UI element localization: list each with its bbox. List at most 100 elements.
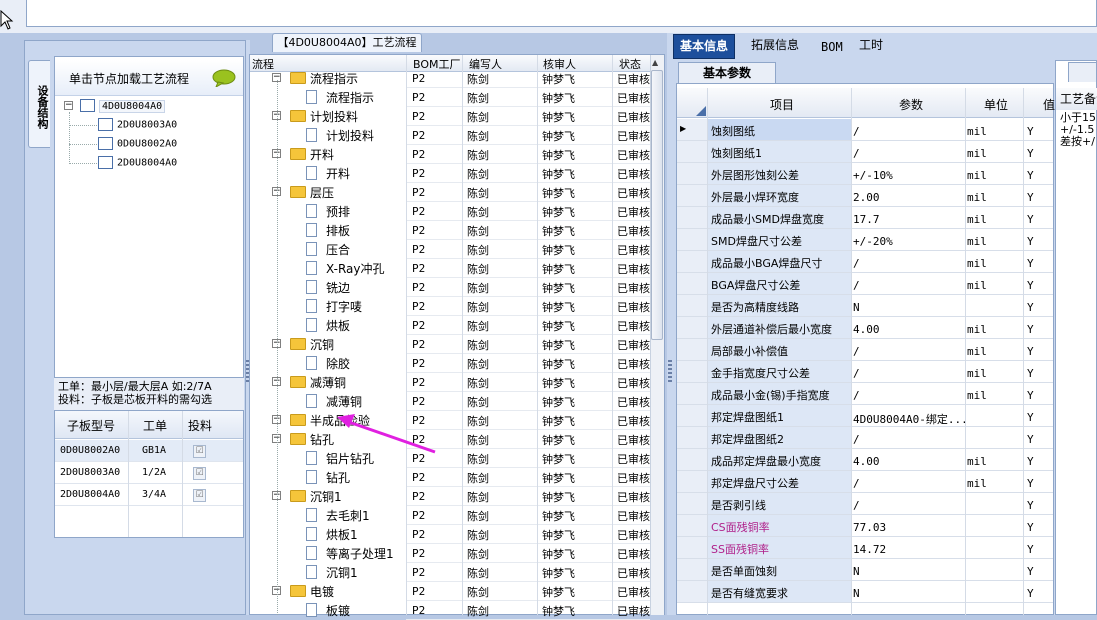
col-header-reviewer[interactable]: 核审人 <box>543 56 576 72</box>
scrollbar-thumb[interactable] <box>651 70 663 340</box>
param-row[interactable]: 邦定焊盘图纸2 / Y <box>677 427 1053 449</box>
param-flag: Y <box>1027 301 1034 314</box>
param-row[interactable]: ▶ 蚀刻图纸 / mil Y <box>677 119 1053 141</box>
document-icon <box>306 242 317 256</box>
remarks-tab[interactable] <box>1068 62 1097 82</box>
param-value[interactable]: / <box>853 477 860 490</box>
feed-checkbox[interactable]: ☑ <box>193 467 206 480</box>
feed-checkbox[interactable]: ☑ <box>193 489 206 502</box>
param-item: BGA焊盘尺寸公差 <box>711 279 801 292</box>
col-header-feed[interactable]: 投料 <box>188 417 212 434</box>
param-value[interactable]: / <box>853 499 860 512</box>
param-value[interactable]: / <box>853 125 860 138</box>
param-value[interactable]: / <box>853 367 860 380</box>
param-row[interactable]: 是否为高精度线路 N Y <box>677 295 1053 317</box>
col-header-flow[interactable]: 流程 <box>252 56 274 72</box>
param-value[interactable]: 77.03 <box>853 521 886 534</box>
param-value[interactable]: 17.7 <box>853 213 880 226</box>
param-flag: Y <box>1027 345 1034 358</box>
param-row[interactable]: 外层通道补偿后最小宽度 4.00 mil Y <box>677 317 1053 339</box>
folder-icon <box>290 186 306 198</box>
param-row[interactable]: 外层图形蚀刻公差 +/-10% mil Y <box>677 163 1053 185</box>
tree-node-root[interactable]: 4D0U8004A0 <box>80 99 166 113</box>
param-row[interactable]: BGA焊盘尺寸公差 / mil Y <box>677 273 1053 295</box>
param-value[interactable]: N <box>853 565 860 578</box>
hint-note: 工单：最小层/最大层A 如:2/7A 投料：子板是芯板开料的需勾选 <box>54 378 244 410</box>
param-row[interactable]: 邦定焊盘图纸1 4D0U8004A0-绑定... Y <box>677 405 1053 427</box>
param-row[interactable]: 局部最小补偿值 / mil Y <box>677 339 1053 361</box>
param-value[interactable]: 4D0U8004A0-绑定... <box>853 411 968 427</box>
param-row[interactable]: 成品最小BGA焊盘尺寸 / mil Y <box>677 251 1053 273</box>
param-value[interactable]: +/-10% <box>853 169 893 182</box>
splitter-grip[interactable] <box>668 360 672 382</box>
col-header-item[interactable]: 项目 <box>770 96 794 113</box>
param-row[interactable]: 是否单面蚀刻 N Y <box>677 559 1053 581</box>
param-flag: Y <box>1027 323 1034 336</box>
info-tabs: 基本信息 拓展信息 BOM 工时 <box>673 34 1063 59</box>
param-value[interactable]: / <box>853 389 860 402</box>
param-value[interactable]: / <box>853 147 860 160</box>
param-value[interactable]: / <box>853 433 860 446</box>
remarks-text: 小于15 +/-1.5 差按+/ <box>1060 112 1096 148</box>
param-flag: Y <box>1027 389 1034 402</box>
subtab-basic-params[interactable]: 基本参数 <box>678 62 776 83</box>
param-row[interactable]: 成品邦定焊盘最小宽度 4.00 mil Y <box>677 449 1053 471</box>
param-unit: mil <box>967 323 987 336</box>
scroll-up-arrow-icon[interactable]: ▲ <box>652 58 658 67</box>
col-header-model[interactable]: 子板型号 <box>67 417 115 434</box>
sub-board-row[interactable]: 2D0U8003A0 1/2A ☑ <box>55 462 243 484</box>
side-tab-device-structure[interactable]: 设备结构 <box>28 60 50 148</box>
tree-node-child[interactable]: 2D0U8004A0 <box>98 156 177 169</box>
param-row[interactable]: 蚀刻图纸1 / mil Y <box>677 141 1053 163</box>
tree-node-child[interactable]: 2D0U8003A0 <box>98 118 177 131</box>
collapse-toggle-icon[interactable]: − <box>64 101 73 110</box>
col-header-value[interactable]: 值 <box>1043 96 1055 113</box>
param-row[interactable]: SMD焊盘尺寸公差 +/-20% mil Y <box>677 229 1053 251</box>
param-value[interactable]: 14.72 <box>853 543 886 556</box>
param-value[interactable]: N <box>853 587 860 600</box>
param-row[interactable]: 金手指宽度尺寸公差 / mil Y <box>677 361 1053 383</box>
param-row[interactable]: 邦定焊盘尺寸公差 / mil Y <box>677 471 1053 493</box>
tab-basic-info[interactable]: 基本信息 <box>673 34 736 59</box>
param-value[interactable]: / <box>853 257 860 270</box>
tab-work-hours[interactable]: 工时 <box>853 34 889 57</box>
col-header-unit[interactable]: 单位 <box>984 96 1008 113</box>
param-value[interactable]: / <box>853 279 860 292</box>
sub-board-grid-header: 子板型号 工单 投料 <box>55 411 243 439</box>
mouse-cursor-icon <box>0 10 14 30</box>
param-row[interactable]: 是否有缝宽要求 N Y <box>677 581 1053 603</box>
tab-bom[interactable]: BOM <box>815 36 849 59</box>
col-header-param[interactable]: 参数 <box>899 96 923 113</box>
param-flag: Y <box>1027 367 1034 380</box>
top-input-area[interactable] <box>26 0 1097 27</box>
col-header-status[interactable]: 状态 <box>619 56 641 72</box>
param-value[interactable]: 4.00 <box>853 323 880 336</box>
param-row[interactable]: 是否剥引线 / Y <box>677 493 1053 515</box>
sub-board-row[interactable]: 0D0U8002A0 GB1A ☑ <box>55 440 243 462</box>
param-value[interactable]: 4.00 <box>853 455 880 468</box>
row-pointer-icon: ▶ <box>680 124 687 133</box>
param-flag: Y <box>1027 125 1034 138</box>
param-row[interactable]: SS面残铜率 14.72 Y <box>677 537 1053 559</box>
param-item: 金手指宽度尺寸公差 <box>711 367 810 380</box>
param-value[interactable]: +/-20% <box>853 235 893 248</box>
param-value[interactable]: / <box>853 345 860 358</box>
folder-icon <box>290 338 306 350</box>
process-label: 沉铜1 <box>310 490 342 504</box>
col-header-bom[interactable]: BOM工厂 <box>413 56 461 72</box>
col-header-author[interactable]: 编写人 <box>469 56 502 72</box>
feed-checkbox[interactable]: ☑ <box>193 445 206 458</box>
node-icon <box>80 99 95 112</box>
param-row[interactable]: 外层最小焊环宽度 2.00 mil Y <box>677 185 1053 207</box>
col-header-order[interactable]: 工单 <box>143 417 167 434</box>
param-unit: mil <box>967 169 987 182</box>
tree-node-child[interactable]: 0D0U8002A0 <box>98 137 177 150</box>
param-value[interactable]: N <box>853 301 860 314</box>
param-row[interactable]: CS面残铜率 77.03 Y <box>677 515 1053 537</box>
param-row[interactable]: 成品最小金(锡)手指宽度 / mil Y <box>677 383 1053 405</box>
folder-icon <box>290 433 306 445</box>
sub-board-row[interactable]: 2D0U8004A0 3/4A ☑ <box>55 484 243 506</box>
tab-extended-info[interactable]: 拓展信息 <box>745 34 805 57</box>
param-row[interactable]: 成品最小SMD焊盘宽度 17.7 mil Y <box>677 207 1053 229</box>
param-value[interactable]: 2.00 <box>853 191 880 204</box>
